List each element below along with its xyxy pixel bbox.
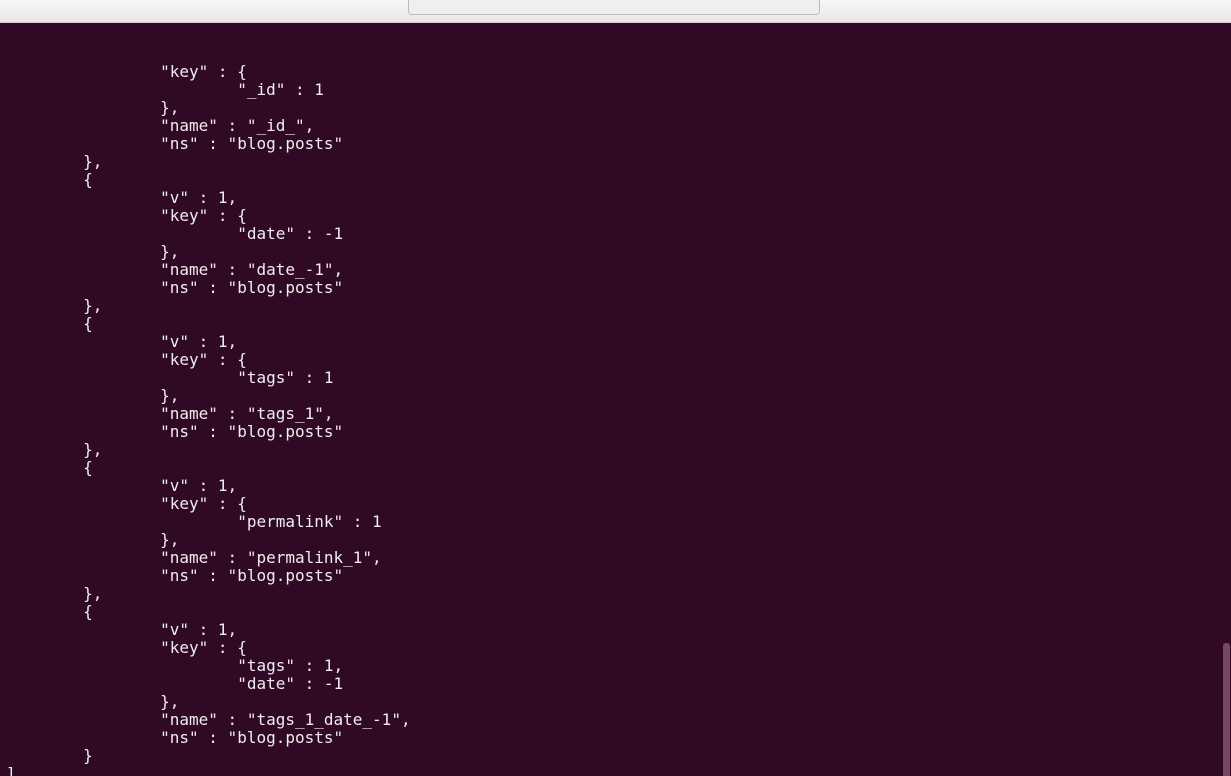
window-titlebar bbox=[0, 0, 1231, 23]
terminal-viewport[interactable]: "key" : { "_id" : 1 }, "name" : "_id_", … bbox=[0, 23, 1231, 776]
terminal-output: "key" : { "_id" : 1 }, "name" : "_id_", … bbox=[6, 63, 1225, 776]
titlebar-tab-outline bbox=[408, 0, 820, 15]
terminal-scrollbar-thumb[interactable] bbox=[1223, 643, 1230, 776]
